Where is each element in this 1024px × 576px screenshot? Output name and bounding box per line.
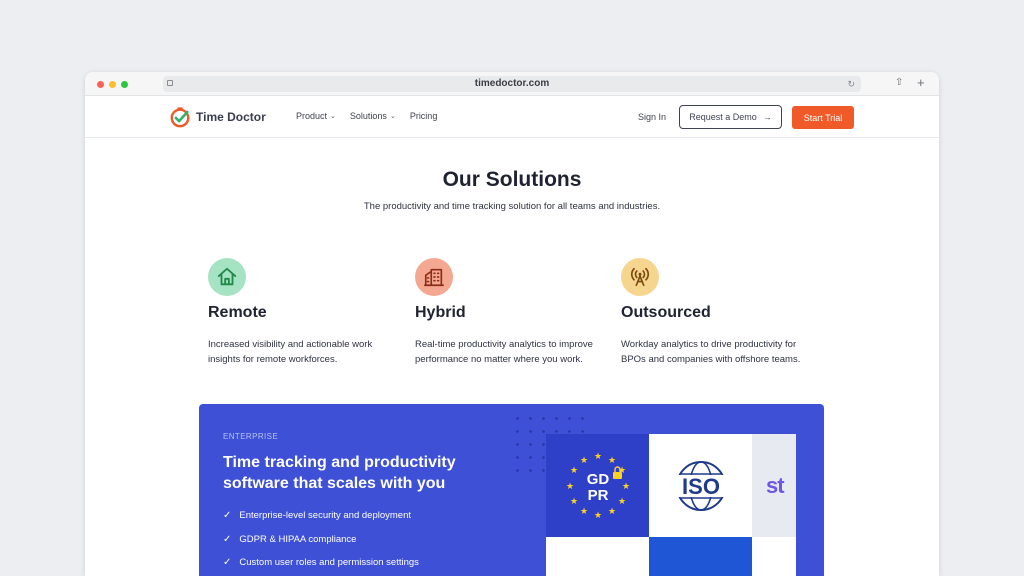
nav-solutions-label: Solutions [349,111,387,121]
gdpr-stars-icon: ★ ★★ ★★★ ★★★ ★★★ GD PR [565,452,629,521]
gdpr-line2: PR [587,487,608,504]
solution-card-hybrid[interactable]: Hybrid Real-time productivity analytics … [415,258,600,367]
solution-icon-wrap [208,258,246,296]
url-text: timedoctor.com [474,78,550,89]
window-controls [97,81,128,88]
feature-text: GDPR & HIPAA compliance [239,533,357,545]
brand-logo[interactable]: Time Doctor [169,106,266,128]
feature-item: ✓ Enterprise-level security and deployme… [223,504,419,528]
close-window-button[interactable] [97,81,104,88]
share-icon[interactable]: ⇧ [895,77,903,88]
svg-text:★: ★ [579,507,587,517]
partial-badge-text: st [766,472,785,498]
main-nav: Product ⌄ Solutions ⌄ Pricing [296,111,437,121]
svg-text:★: ★ [565,482,573,492]
minimize-window-button[interactable] [109,81,116,88]
iso-text: ISO [682,474,720,499]
svg-text:★: ★ [569,466,577,476]
nav-pricing-label: Pricing [409,111,438,121]
svg-text:★: ★ [579,456,587,466]
site-navbar: Time Doctor Product ⌄ Solutions ⌄ Pricin… [85,96,939,138]
house-icon [217,267,237,286]
svg-text:★: ★ [607,507,615,517]
check-icon: ✓ [223,510,232,522]
nav-product[interactable]: Product ⌄ [296,111,336,121]
chevron-down-icon: ⌄ [389,113,396,120]
svg-text:★: ★ [593,452,601,462]
chevron-down-icon: ⌄ [330,113,336,120]
solution-title: Outsourced [621,304,711,321]
gdpr-line1: GD [586,471,609,488]
badge-tile [649,537,752,576]
nav-pricing[interactable]: Pricing [410,111,438,121]
feature-item: ✓ GDPR & HIPAA compliance [223,528,419,552]
badge-tile [752,537,796,576]
svg-text:★: ★ [593,511,601,521]
request-demo-button[interactable]: Request a Demo → [679,105,782,129]
compliance-badges: ★ ★ ★ ★ ★ ★ ★ ★ ★ ★ ★ ★ GD PR ISO st [546,434,796,576]
gdpr-badge: ★ ★ ★ ★ ★ ★ ★ ★ ★ ★ ★ ★ GD PR [546,434,649,537]
arrow-right-icon: → [762,112,772,122]
reload-icon[interactable]: ↻ [847,79,855,90]
check-icon: ✓ [223,557,232,569]
svg-text:★: ★ [569,497,577,507]
time-doctor-logo-icon [170,107,190,128]
check-icon: ✓ [223,533,232,545]
enterprise-section: ENTERPRISE Time tracking and productivit… [199,404,824,576]
new-tab-icon[interactable]: + [917,75,925,90]
iso-globe-icon: ISO [668,460,733,511]
nav-product-label: Product [296,111,328,121]
solution-description: Increased visibility and actionable work… [208,339,373,365]
solution-icon-wrap [415,258,453,296]
solution-title: Hybrid [415,304,466,321]
feature-item: ✓ Custom user roles and permission setti… [223,551,419,575]
iso-badge: ISO [649,434,752,537]
address-bar[interactable]: timedoctor.com ↻ [163,76,861,92]
request-demo-label: Request a Demo [689,112,757,122]
enterprise-feature-list: ✓ Enterprise-level security and deployme… [223,504,419,575]
enterprise-title: Time tracking and productivity software … [223,454,456,492]
page-subtitle: The productivity and time tracking solut… [363,201,661,212]
svg-text:★: ★ [617,497,625,507]
maximize-window-button[interactable] [121,81,128,88]
feature-text: Enterprise-level security and deployment [239,510,412,522]
solution-icon-wrap [621,258,659,296]
nav-solutions[interactable]: Solutions ⌄ [350,111,396,121]
svg-text:★: ★ [621,482,629,492]
feature-text: Custom user roles and permission setting… [239,557,419,569]
brand-name: Time Doctor [196,110,266,124]
solution-title: Remote [208,304,267,321]
solution-description: Workday analytics to drive productivity … [621,339,801,365]
solution-description: Real-time productivity analytics to impr… [415,339,593,365]
page-title: Our Solutions [442,168,582,191]
start-trial-button[interactable]: Start Trial [792,106,854,129]
svg-text:★: ★ [607,456,615,466]
antenna-icon [630,267,650,287]
browser-chrome: timedoctor.com ↻ ⇧ + [85,72,939,96]
badge-tile [546,537,649,576]
enterprise-label: ENTERPRISE [223,432,279,441]
buildings-icon [424,268,444,287]
sign-in-link[interactable]: Sign In [638,112,666,122]
solution-card-remote[interactable]: Remote Increased visibility and actionab… [208,258,393,367]
browser-window: timedoctor.com ↻ ⇧ + Time Doctor Product… [85,72,939,576]
solution-card-outsourced[interactable]: Outsourced Workday analytics to drive pr… [621,258,806,367]
partial-badge: st [752,434,796,537]
